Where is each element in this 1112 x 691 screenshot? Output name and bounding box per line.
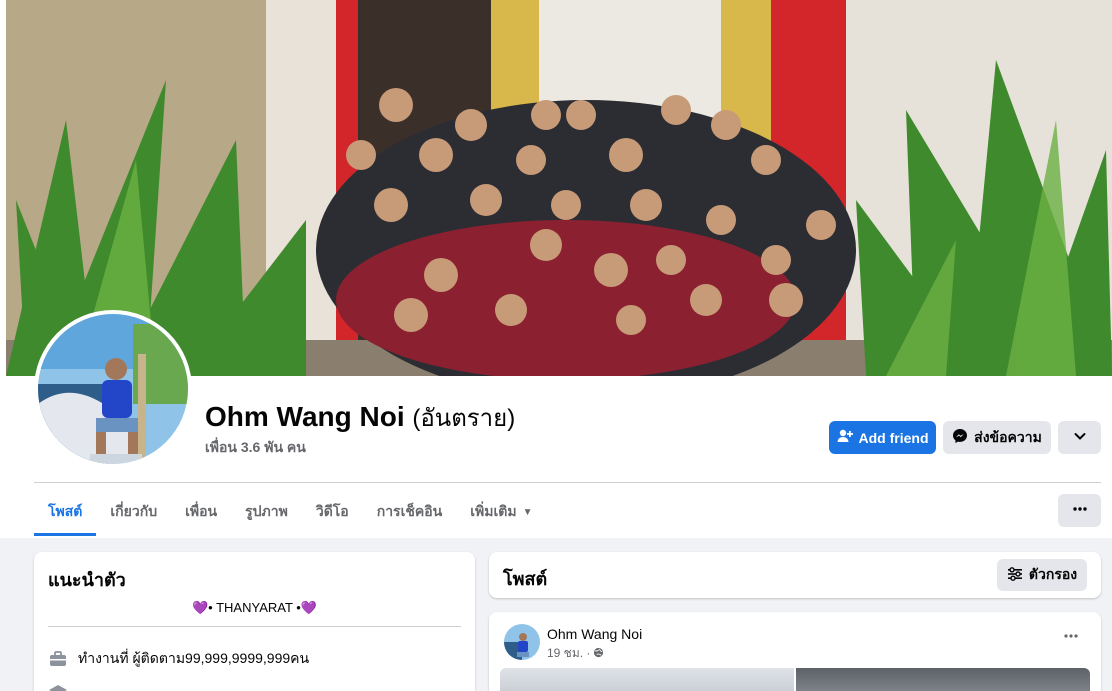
add-friend-icon: [837, 428, 853, 447]
cover-photo[interactable]: [6, 0, 1112, 376]
filter-button[interactable]: ตัวกรอง: [997, 559, 1087, 591]
post-card: Ohm Wang Noi 19 ชม. ·: [489, 612, 1101, 691]
intro-card: แนะนำตัว 💜• THANYARAT •💜 ทำงานที่ ผู้ติด…: [34, 552, 475, 691]
tab-label: วิดีโอ: [315, 503, 349, 519]
profile-name-text: Ohm Wang Noi: [205, 401, 405, 432]
intro-education-row: [48, 682, 68, 691]
post-meta: 19 ชม. ·: [547, 644, 604, 663]
friend-count[interactable]: เพื่อน 3.6 พัน คน: [205, 437, 306, 459]
tab-label: เพื่อน: [185, 503, 218, 519]
post-time[interactable]: 19 ชม. ·: [547, 644, 590, 663]
profile-name: Ohm Wang Noi (อันตราย): [205, 398, 515, 437]
tab-photos[interactable]: รูปภาพ: [231, 488, 302, 536]
intro-work-text: ทำงานที่ ผู้ติดตาม99,999,9999,999คน: [78, 650, 310, 666]
profile-tabs: โพสต์ เกี่ยวกับ เพื่อน รูปภาพ วิดีโอ การ…: [34, 488, 546, 536]
post-options-button[interactable]: [1056, 626, 1086, 650]
intro-work-row: ทำงานที่ ผู้ติดตาม99,999,9999,999คน: [48, 648, 309, 670]
more-options-button[interactable]: [1058, 494, 1101, 527]
messenger-icon: [952, 428, 968, 447]
message-label: ส่งข้อความ: [974, 428, 1042, 445]
filter-label: ตัวกรอง: [1028, 566, 1078, 582]
tab-label: เพิ่มเติม: [470, 503, 517, 519]
intro-title: แนะนำตัว: [48, 570, 126, 590]
tab-videos[interactable]: วิดีโอ: [302, 488, 363, 536]
profile-alt-name: (อันตราย): [412, 405, 516, 432]
profile-header: Ohm Wang Noi (อันตราย) เพื่อน 3.6 พัน คน…: [0, 0, 1112, 538]
add-friend-label: Add friend: [858, 429, 929, 446]
tab-more[interactable]: เพิ่มเติม ▼: [456, 488, 546, 536]
tab-label: โพสต์: [48, 503, 83, 519]
post-image[interactable]: [500, 668, 794, 691]
tab-about[interactable]: เกี่ยวกับ: [96, 488, 171, 536]
filter-icon: [1007, 566, 1023, 585]
post-image[interactable]: [796, 668, 1090, 691]
profile-avatar[interactable]: [34, 310, 192, 468]
chevron-down-icon: [1073, 429, 1087, 446]
tab-posts[interactable]: โพสต์: [34, 488, 97, 536]
tab-label: การเช็คอิน: [376, 503, 443, 519]
caret-down-icon: ▼: [522, 506, 533, 518]
post-author-avatar[interactable]: [504, 624, 540, 660]
post-author-name[interactable]: Ohm Wang Noi: [547, 626, 642, 642]
globe-icon: [593, 647, 604, 661]
add-friend-button[interactable]: Add friend: [829, 421, 936, 454]
header-divider: [34, 482, 1101, 483]
profile-options-button[interactable]: [1058, 421, 1101, 454]
briefcase-icon: [48, 649, 68, 669]
more-icon: [1063, 628, 1079, 649]
tab-label: รูปภาพ: [245, 503, 288, 519]
tab-friends[interactable]: เพื่อน: [171, 488, 231, 536]
more-icon: [1072, 501, 1088, 520]
education-icon: [48, 682, 68, 691]
intro-bio: 💜• THANYARAT •💜: [191, 600, 318, 615]
intro-divider: [48, 626, 461, 627]
posts-title: โพสต์: [503, 569, 548, 589]
tab-label: เกี่ยวกับ: [110, 503, 158, 519]
posts-header-card: โพสต์ ตัวกรอง: [489, 552, 1101, 598]
tab-checkins[interactable]: การเช็คอิน: [363, 488, 457, 536]
message-button[interactable]: ส่งข้อความ: [943, 421, 1051, 454]
